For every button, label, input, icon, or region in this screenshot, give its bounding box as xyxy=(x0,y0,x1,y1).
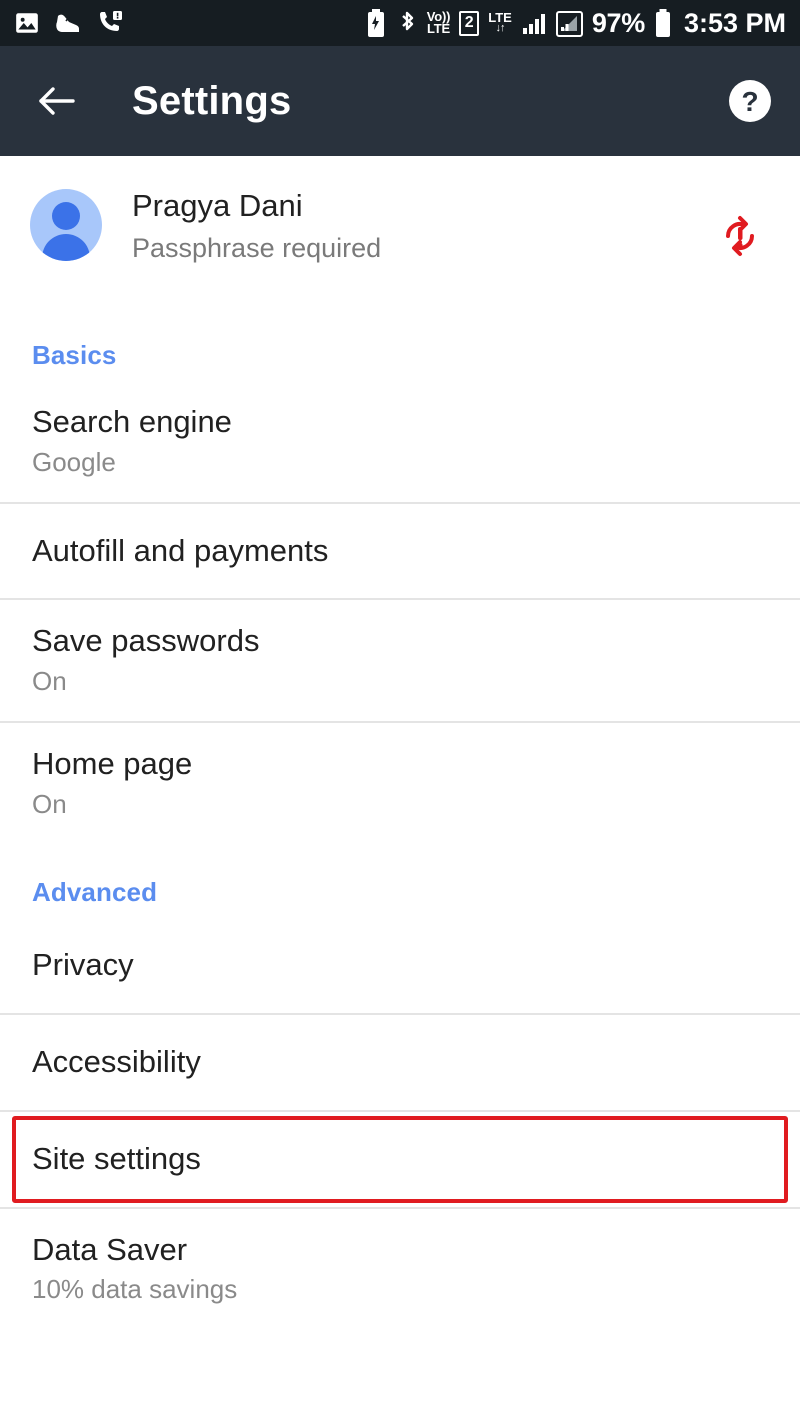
battery-saver-icon xyxy=(365,9,387,37)
signal-bars-2-icon xyxy=(555,10,583,37)
pref-title: Search engine xyxy=(32,404,232,439)
status-bar-right-icons: Vo)) LTE 2 LTE ↓↑ 97% 3:53 PM xyxy=(365,9,786,37)
battery-percent-label: 97% xyxy=(591,7,645,38)
section-header-advanced: Advanced xyxy=(32,877,158,908)
settings-list: Pragya Dani Passphrase required Basics S… xyxy=(0,156,800,1422)
status-bar-left-icons xyxy=(14,10,123,36)
pref-row-search-engine[interactable]: Search engine Google xyxy=(0,381,800,502)
volte-icon: Vo)) LTE xyxy=(426,9,451,36)
pref-title: Data Saver xyxy=(32,1231,188,1267)
section-header-basics: Basics xyxy=(32,340,117,370)
pref-row-data-saver[interactable]: Data Saver 10% data savings xyxy=(0,1206,800,1330)
sim2-icon: 2 xyxy=(459,10,480,36)
lte-data-icon: LTE ↓↑ xyxy=(488,10,512,34)
pref-summary: 10% data savings xyxy=(32,1274,238,1305)
pref-row-privacy[interactable]: Privacy xyxy=(0,918,800,1014)
help-button[interactable]: ? xyxy=(724,75,776,127)
account-status: Passphrase required xyxy=(132,233,382,264)
pref-summary: On xyxy=(32,788,67,819)
pref-title: Save passwords xyxy=(32,623,260,659)
account-row[interactable]: Pragya Dani Passphrase required xyxy=(0,156,800,308)
pref-row-home-page[interactable]: Home page On xyxy=(0,720,800,844)
person-avatar-icon xyxy=(30,189,102,261)
signal-bars-icon xyxy=(521,10,547,36)
site-settings-highlight-wrapper: Site settings xyxy=(0,1109,800,1207)
shoe-icon xyxy=(54,10,82,36)
pref-title: Site settings xyxy=(32,1140,201,1176)
avatar-head xyxy=(52,202,80,230)
pref-title: Home page xyxy=(32,745,193,781)
svg-text:?: ? xyxy=(741,86,758,117)
pref-summary: Google xyxy=(32,446,116,477)
back-button[interactable] xyxy=(30,74,84,128)
pref-row-autofill-and-payments[interactable]: Autofill and payments xyxy=(0,501,800,599)
status-bar-clock: 3:53 PM xyxy=(683,7,786,38)
sync-problem-icon[interactable] xyxy=(718,214,762,263)
account-name: Pragya Dani xyxy=(132,188,303,223)
avatar-body xyxy=(42,234,90,261)
pref-title: Privacy xyxy=(32,947,134,983)
app-bar: Settings ? xyxy=(0,46,800,156)
screenshot-icon xyxy=(14,10,40,36)
account-text: Pragya Dani Passphrase required xyxy=(132,184,381,267)
help-circle-icon: ? xyxy=(729,80,771,122)
pref-row-site-settings[interactable]: Site settings xyxy=(0,1109,800,1207)
pref-summary: On xyxy=(32,666,67,697)
page-title: Settings xyxy=(132,78,292,123)
missed-call-icon xyxy=(96,10,123,36)
pref-title: Accessibility xyxy=(32,1044,201,1080)
pref-title: Autofill and payments xyxy=(32,532,329,568)
bluetooth-icon xyxy=(396,9,418,37)
pref-row-accessibility[interactable]: Accessibility xyxy=(0,1013,800,1110)
status-bar: Vo)) LTE 2 LTE ↓↑ 97% 3:53 PM xyxy=(0,0,800,46)
pref-row-save-passwords[interactable]: Save passwords On xyxy=(0,598,800,721)
arrow-left-icon xyxy=(39,87,75,115)
battery-icon xyxy=(654,9,672,37)
